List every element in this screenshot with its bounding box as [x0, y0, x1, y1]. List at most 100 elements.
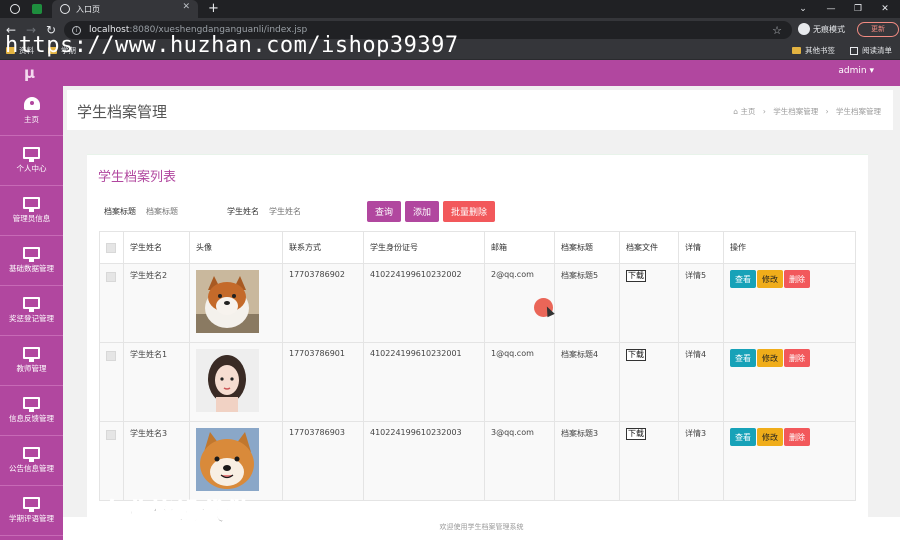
sidebar-item-announcements[interactable]: 公告信息管理 — [0, 436, 63, 486]
table-header-row: 学生姓名 头像 联系方式 学生身份证号 邮箱 档案标题 档案文件 详情 操作 — [99, 231, 856, 264]
cell-actions: 查看 修改 删除 — [723, 421, 856, 501]
view-button[interactable]: 查看 — [730, 270, 756, 288]
bookmark-bar: 资料 学期 其他书签 阅读清单 — [0, 42, 900, 60]
cell-id-card: 410224199610232003 — [363, 421, 485, 501]
cell-archive-file: 下载 — [619, 263, 679, 343]
bookmark-folder-2[interactable]: 学期 — [48, 45, 76, 56]
sidebar-item-basic-data[interactable]: 基础数据管理 — [0, 236, 63, 286]
globe-icon[interactable] — [10, 4, 20, 14]
student-archive-table: 学生姓名 头像 联系方式 学生身份证号 邮箱 档案标题 档案文件 详情 操作 学… — [99, 231, 856, 501]
table-row: 学生姓名1 17703786901 410224199610232001 1@q… — [99, 342, 856, 422]
add-button[interactable]: 添加 — [405, 201, 440, 222]
row-select[interactable] — [99, 263, 124, 343]
reading-list[interactable]: 阅读清单 — [850, 45, 892, 56]
sidebar-item-teachers[interactable]: 教师管理 — [0, 336, 63, 386]
row-checkbox[interactable] — [106, 430, 116, 440]
view-button[interactable]: 查看 — [730, 349, 756, 367]
main-content: 学生档案管理 ⌂ 主页 › 学生档案管理 › 学生档案管理 学生档案列表 档案标… — [63, 86, 900, 540]
globe-icon — [60, 4, 70, 14]
row-checkbox[interactable] — [106, 272, 116, 282]
batch-delete-button[interactable]: 批量删除 — [443, 201, 496, 222]
cell-archive-title: 档案标题4 — [554, 342, 620, 422]
sidebar-item-personal-center[interactable]: 个人中心 — [0, 136, 63, 186]
shiba-dog-avatar — [196, 428, 259, 491]
header-select-all[interactable] — [99, 231, 124, 264]
star-icon[interactable]: ☆ — [772, 24, 782, 37]
cell-archive-title: 档案标题3 — [554, 421, 620, 501]
query-button[interactable]: 查询 — [367, 201, 402, 222]
title-bar: 学生档案管理 ⌂ 主页 › 学生档案管理 › 学生档案管理 — [67, 90, 893, 130]
cell-email: 1@qq.com — [484, 342, 555, 422]
view-button[interactable]: 查看 — [730, 428, 756, 446]
sidebar-item-feedback[interactable]: 信息反馈管理 — [0, 386, 63, 436]
edit-button[interactable]: 修改 — [757, 428, 783, 446]
bookmark-folder-other[interactable]: 其他书签 — [792, 45, 835, 56]
forward-button[interactable]: → — [26, 22, 36, 38]
cell-student-name: 学生姓名3 — [123, 421, 190, 501]
header-actions: 操作 — [723, 231, 856, 264]
user-menu[interactable]: admin ▾ — [838, 66, 874, 76]
folder-icon — [6, 47, 15, 54]
cell-actions: 查看 修改 删除 — [723, 342, 856, 422]
cell-student-name: 学生姓名1 — [123, 342, 190, 422]
bookmark-folder-1[interactable]: 资料 — [6, 45, 34, 56]
breadcrumb-separator: › — [762, 107, 766, 116]
back-button[interactable]: ← — [6, 22, 16, 38]
info-icon[interactable]: i — [72, 25, 81, 35]
table-row: 学生姓名3 17703786903 410224199610232003 3@q… — [99, 421, 856, 501]
folder-icon — [792, 47, 801, 54]
cell-avatar — [189, 421, 283, 501]
minimize-button[interactable]: — — [818, 0, 844, 18]
sidebar-item-term-comments[interactable]: 学期评语管理 — [0, 486, 63, 536]
breadcrumb-home[interactable]: 主页 — [740, 107, 755, 116]
close-tab-icon[interactable]: ✕ — [182, 2, 190, 12]
archive-title-input[interactable] — [140, 203, 220, 220]
row-select[interactable] — [99, 421, 124, 501]
breadcrumb-module[interactable]: 学生档案管理 — [773, 107, 818, 116]
cell-id-card: 410224199610232001 — [363, 342, 485, 422]
card-title: 学生档案列表 — [98, 170, 177, 185]
address-bar-row: ← → ↻ i localhost :8080/xueshengdangangu… — [0, 18, 900, 42]
cell-avatar — [189, 263, 283, 343]
shiba-dog-avatar — [196, 270, 259, 333]
download-link[interactable]: 下载 — [626, 428, 646, 440]
header-student-name: 学生姓名 — [123, 231, 190, 264]
delete-button[interactable]: 删除 — [784, 349, 810, 367]
row-select[interactable] — [99, 342, 124, 422]
download-link[interactable]: 下载 — [626, 349, 646, 361]
sidebar-item-rewards[interactable]: 奖惩登记管理 — [0, 286, 63, 336]
sidebar-item-admin-info[interactable]: 管理员信息 — [0, 186, 63, 236]
row-checkbox[interactable] — [106, 351, 116, 361]
woman-portrait-avatar — [196, 349, 259, 412]
download-link[interactable]: 下载 — [626, 270, 646, 282]
sidebar-item-home[interactable]: 主页 — [0, 86, 63, 136]
archive-title-label: 档案标题 — [104, 207, 136, 216]
delete-button[interactable]: 删除 — [784, 428, 810, 446]
url-input[interactable]: i localhost :8080/xueshengdanganguanli/i… — [64, 21, 792, 39]
delete-button[interactable]: 删除 — [784, 270, 810, 288]
tab-active[interactable]: 入口页 ✕ — [52, 0, 198, 18]
student-name-input[interactable] — [263, 203, 343, 220]
sidebar: 主页 个人中心 管理员信息 基础数据管理 奖惩登记管理 教师管理 信息反馈管理 … — [0, 86, 63, 540]
cell-detail: 详情5 — [678, 263, 724, 343]
edit-button[interactable]: 修改 — [757, 349, 783, 367]
cell-phone: 17703786902 — [282, 263, 364, 343]
url-host: localhost — [89, 25, 130, 35]
new-tab-button[interactable]: + — [208, 0, 219, 18]
header-archive-file: 档案文件 — [619, 231, 679, 264]
close-window-button[interactable]: ✕ — [872, 0, 898, 18]
header-avatar: 头像 — [189, 231, 283, 264]
header-detail: 详情 — [678, 231, 724, 264]
cell-actions: 查看 修改 删除 — [723, 263, 856, 343]
select-all-checkbox[interactable] — [106, 242, 116, 253]
reload-button[interactable]: ↻ — [46, 22, 56, 38]
update-button[interactable]: 更新 — [857, 22, 899, 37]
restore-button[interactable]: ❐ — [845, 0, 871, 18]
monitor-icon — [23, 247, 40, 262]
sheets-icon[interactable] — [32, 4, 42, 14]
cell-phone: 17703786903 — [282, 421, 364, 501]
header-archive-title: 档案标题 — [554, 231, 620, 264]
chevron-down-icon[interactable]: ⌄ — [790, 0, 816, 18]
edit-button[interactable]: 修改 — [757, 270, 783, 288]
incognito-indicator[interactable]: 无痕模式 — [798, 23, 845, 35]
